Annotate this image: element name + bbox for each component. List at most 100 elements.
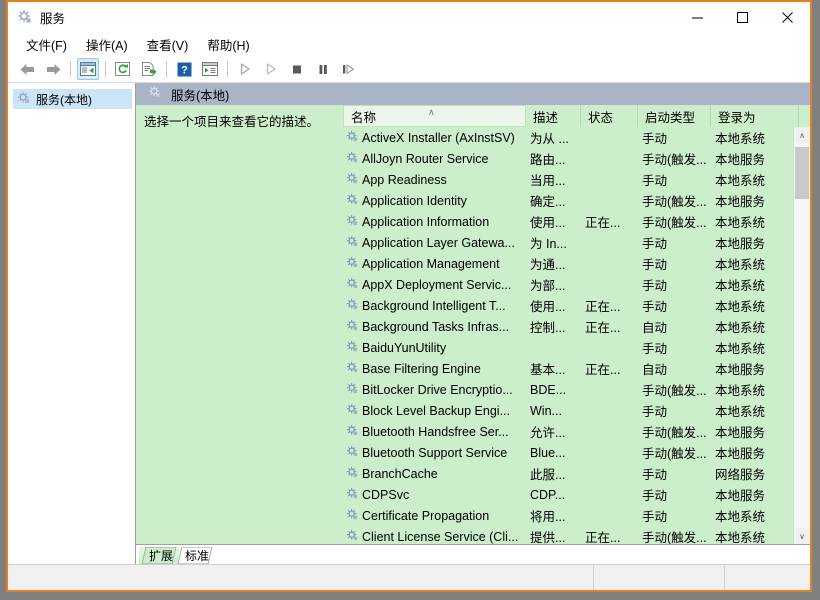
table-row[interactable]: Background Tasks Infras... 控制... 正在... 自动 本地… <box>343 316 810 337</box>
cell-description: 基本... <box>530 363 566 377</box>
cell-logon: 本地系统 <box>715 384 766 398</box>
table-row[interactable]: Base Filtering Engine 基本... 正在... 自动 本地服务 <box>343 358 810 379</box>
cell-description: 确定... <box>530 195 566 209</box>
cell-logon: 本地系统 <box>715 531 766 544</box>
table-row[interactable]: Application Layer Gatewa... 为 In... 手动 本地服务 <box>343 232 810 253</box>
sort-ascending-icon: ∧ <box>428 107 435 117</box>
scrollbar-track[interactable] <box>794 143 810 528</box>
column-header-log-on-as[interactable]: 登录为 <box>711 105 799 127</box>
menu-view[interactable]: 查看(V) <box>139 32 198 57</box>
menu-action[interactable]: 操作(A) <box>78 32 137 57</box>
menu-help[interactable]: 帮助(H) <box>199 32 258 57</box>
cell-startup: 手动 <box>642 489 668 503</box>
scrollbar-thumb[interactable] <box>795 147 809 199</box>
cell-name: Background Tasks Infras... <box>343 319 526 335</box>
maximize-button[interactable] <box>720 2 765 32</box>
cell-name: AppX Deployment Servic... <box>343 277 526 293</box>
details-pane-header: 服务(本地) <box>136 83 810 105</box>
cell-name: Base Filtering Engine <box>343 361 526 377</box>
show-hide-tree-button[interactable] <box>77 58 99 80</box>
table-row[interactable]: BaiduYunUtility 手动 本地系统 <box>343 337 810 358</box>
table-row[interactable]: Bluetooth Support Service Blue... 手动(触发...… <box>343 442 810 463</box>
tab-standard[interactable]: 标准 <box>175 547 215 564</box>
cell-name: AllJoyn Router Service <box>343 151 526 167</box>
list-vertical-scrollbar[interactable]: ∧ ∨ <box>793 127 810 544</box>
cell-description: Blue... <box>530 445 566 460</box>
cell-logon: 本地系统 <box>715 279 766 293</box>
restart-service-button[interactable] <box>338 58 360 80</box>
column-header-startup-type[interactable]: 启动类型 <box>638 105 711 127</box>
cell-name-label: BitLocker Drive Encryptio... <box>362 382 513 397</box>
minimize-button[interactable] <box>675 2 720 32</box>
service-gear-icon <box>346 319 359 335</box>
cell-logon: 本地系统 <box>715 510 766 524</box>
back-button[interactable] <box>16 58 38 80</box>
forward-button[interactable] <box>42 58 64 80</box>
service-gear-icon <box>346 151 359 167</box>
start-service-button[interactable] <box>234 58 256 80</box>
column-header-filler <box>799 105 810 127</box>
cell-name-label: Bluetooth Support Service <box>362 445 508 460</box>
services-list-rows[interactable]: ActiveX Installer (AxInstSV) 为从 ... 手动 本地系统… <box>343 127 810 544</box>
table-row[interactable]: BranchCache 此服... 手动 网络服务 <box>343 463 810 484</box>
table-row[interactable]: App Readiness 当用... 手动 本地系统 <box>343 169 810 190</box>
cell-startup: 手动 <box>642 237 668 251</box>
properties-button[interactable] <box>199 58 221 80</box>
cell-logon: 本地服务 <box>715 489 766 503</box>
cell-name: Application Information <box>343 214 526 230</box>
cell-name-label: AppX Deployment Servic... <box>362 277 512 292</box>
table-row[interactable]: Background Intelligent T... 使用... 正在... 手动 本… <box>343 295 810 316</box>
tree-item-services-local[interactable]: 服务(本地) <box>13 89 132 109</box>
cell-name-label: Background Intelligent T... <box>362 298 506 313</box>
table-row[interactable]: Application Information 使用... 正在... 手动(触发..… <box>343 211 810 232</box>
service-gear-icon <box>346 298 359 314</box>
cell-name: Application Identity <box>343 193 526 209</box>
service-description-pane: 选择一个项目来查看它的描述。 <box>136 105 343 544</box>
cell-name: Bluetooth Support Service <box>343 445 526 461</box>
cell-startup: 手动(触发... <box>642 216 707 230</box>
service-gear-icon <box>346 466 359 482</box>
export-list-button[interactable] <box>138 58 160 80</box>
cell-name: Certificate Propagation <box>343 508 526 524</box>
table-row[interactable]: Client License Service (Cli... 提供... 正在...… <box>343 526 810 544</box>
cell-name-label: BranchCache <box>362 466 438 481</box>
resume-service-button[interactable] <box>260 58 282 80</box>
service-gear-icon <box>346 172 359 188</box>
cell-startup: 手动(触发... <box>642 195 707 209</box>
table-row[interactable]: CDPSvc CDP... 手动 本地服务 <box>343 484 810 505</box>
table-row[interactable]: Application Identity 确定... 手动(触发... 本地服务 <box>343 190 810 211</box>
service-gear-icon <box>346 235 359 251</box>
cell-startup: 手动(触发... <box>642 531 707 544</box>
table-row[interactable]: AppX Deployment Servic... 为部... 手动 本地系统 <box>343 274 810 295</box>
cell-startup: 自动 <box>642 363 668 377</box>
pause-service-button[interactable] <box>312 58 334 80</box>
table-row[interactable]: Certificate Propagation 将用... 手动 本地系统 <box>343 505 810 526</box>
help-button[interactable]: ? <box>173 58 195 80</box>
table-row[interactable]: AllJoyn Router Service 路由... 手动(触发... 本地服务 <box>343 148 810 169</box>
refresh-button[interactable] <box>112 58 134 80</box>
scroll-down-arrow-icon[interactable]: ∨ <box>794 528 810 544</box>
cell-logon: 本地服务 <box>715 195 766 209</box>
close-button[interactable] <box>765 2 810 32</box>
svg-text:?: ? <box>181 64 188 76</box>
tab-extended[interactable]: 扩展 <box>139 547 180 564</box>
details-pane-title: 服务(本地) <box>171 88 230 103</box>
menu-file[interactable]: 文件(F) <box>18 32 76 57</box>
column-header-description[interactable]: 描述 <box>526 105 581 127</box>
table-row[interactable]: ActiveX Installer (AxInstSV) 为从 ... 手动 本地系统 <box>343 127 810 148</box>
cell-name-label: Application Layer Gatewa... <box>362 235 515 250</box>
table-row[interactable]: Bluetooth Handsfree Ser... 允许... 手动(触发... 本… <box>343 421 810 442</box>
cell-name-label: Application Information <box>362 214 490 229</box>
column-header-name[interactable]: 名称 ∧ <box>343 105 526 127</box>
cell-startup: 手动 <box>642 279 668 293</box>
service-gear-icon <box>346 445 359 461</box>
table-row[interactable]: Application Management 为通... 手动 本地系统 <box>343 253 810 274</box>
stop-service-button[interactable] <box>286 58 308 80</box>
table-row[interactable]: BitLocker Drive Encryptio... BDE... 手动(触发.… <box>343 379 810 400</box>
cell-status: 正在... <box>585 531 621 544</box>
table-row[interactable]: Block Level Backup Engi... Win... 手动 本地系统 <box>343 400 810 421</box>
column-header-status[interactable]: 状态 <box>581 105 638 127</box>
cell-name: Bluetooth Handsfree Ser... <box>343 424 526 440</box>
cell-name-label: Block Level Backup Engi... <box>362 403 510 418</box>
scroll-up-arrow-icon[interactable]: ∧ <box>794 127 810 143</box>
